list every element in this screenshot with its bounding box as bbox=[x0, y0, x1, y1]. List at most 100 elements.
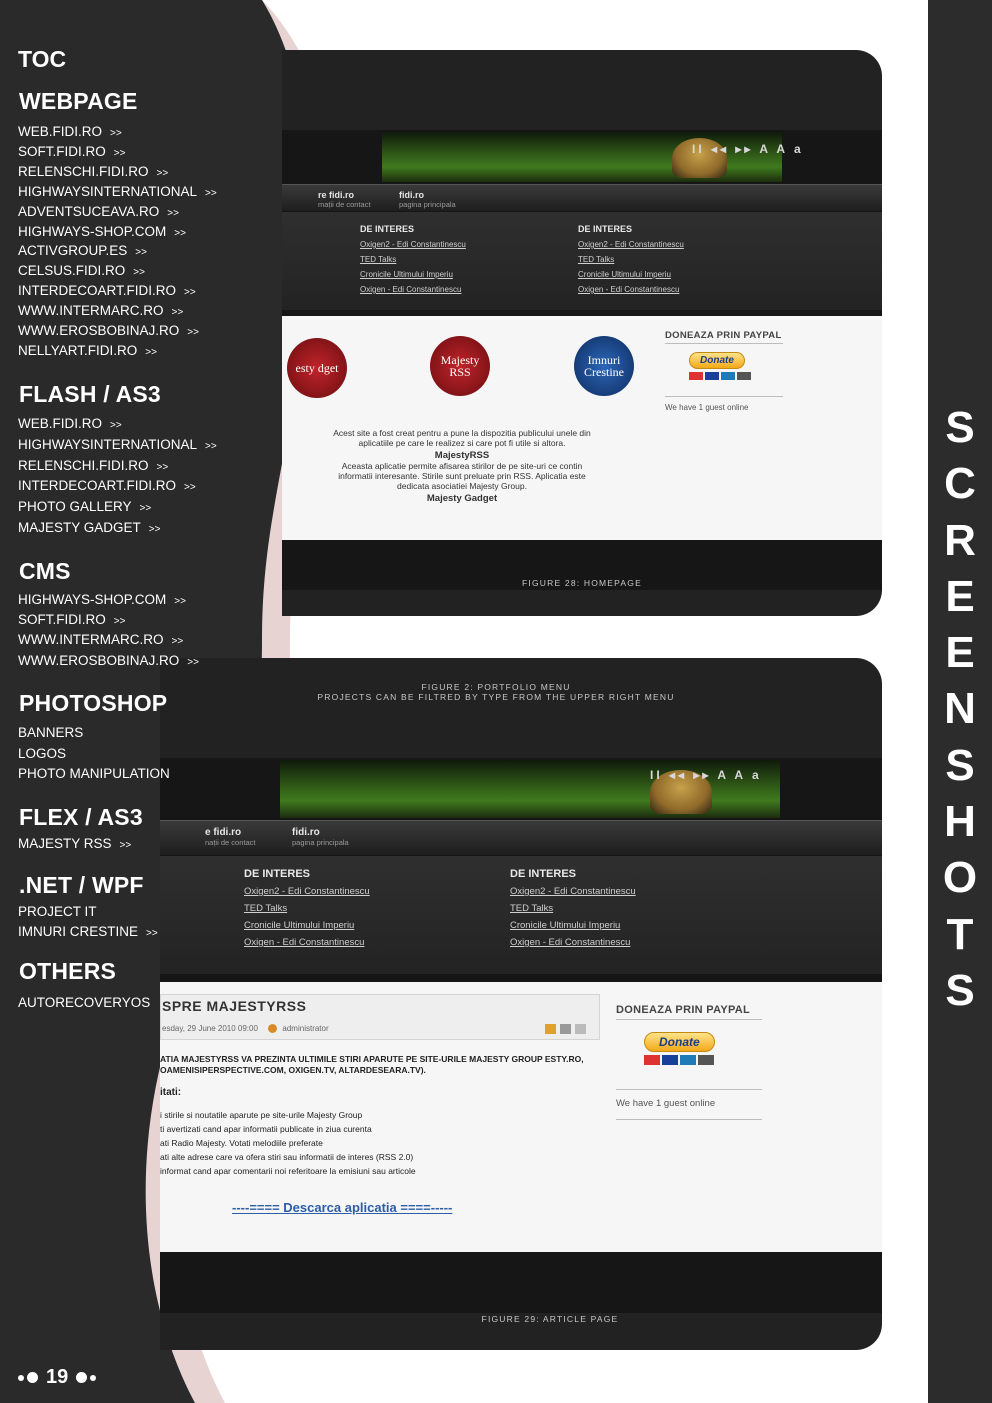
toc-link-label: INTERDECOART.FIDI.RO bbox=[18, 283, 177, 299]
nav-item-home[interactable]: fidi.ro pagina principala bbox=[292, 828, 349, 848]
interest-link[interactable]: TED Talks bbox=[578, 255, 684, 264]
article-tools[interactable] bbox=[545, 1024, 586, 1034]
paypal-box: DONEAZA PRIN PAYPAL Donate We have 1 gue… bbox=[665, 330, 783, 412]
toc-link-label: BANNERS bbox=[18, 725, 84, 740]
interest-column: DE INTERES Oxigen2 - Edi Constantinescu … bbox=[578, 224, 684, 294]
toc-link[interactable]: PHOTO GALLERY >> bbox=[18, 499, 151, 517]
media-player-controls[interactable]: II ◂◂ ▸▸ A A a bbox=[650, 768, 762, 782]
vertical-title-letter: C bbox=[944, 459, 976, 509]
interest-link[interactable]: TED Talks bbox=[510, 903, 636, 914]
toc-link[interactable]: SOFT.FIDI.RO >> bbox=[18, 612, 125, 630]
rss-title: MajestyRSS bbox=[434, 450, 490, 461]
toc-link[interactable]: SOFT.FIDI.RO >> bbox=[18, 144, 125, 162]
toc-link[interactable]: HIGHWAYS-SHOP.COM >> bbox=[18, 224, 186, 242]
nav-item-home[interactable]: fidi.ro pagina principala bbox=[399, 190, 456, 210]
nav-item-contact[interactable]: re fidi.ro mații de contact bbox=[318, 190, 371, 210]
toc-link[interactable]: PHOTO MANIPULATION bbox=[18, 766, 170, 782]
badge-imnuri-crestine[interactable]: Imnuri Crestine bbox=[574, 336, 634, 396]
edit-icon[interactable] bbox=[545, 1024, 556, 1034]
toc-link-label: AUTORECOVERYOS bbox=[18, 995, 151, 1010]
interest-link[interactable]: Oxigen - Edi Constantinescu bbox=[510, 937, 636, 948]
toc-link[interactable]: RELENSCHI.FIDI.RO >> bbox=[18, 458, 168, 476]
toc-arrow-icon: >> bbox=[135, 247, 147, 259]
guest-online-text: We have 1 guest online bbox=[665, 403, 749, 412]
donate-button[interactable]: Donate bbox=[689, 352, 745, 369]
toc-link[interactable]: ADVENTSUCEAVA.RO >> bbox=[18, 204, 179, 222]
toc-link[interactable]: IMNURI CRESTINE >> bbox=[18, 924, 158, 942]
toc-link-label: CELSUS.FIDI.RO bbox=[18, 263, 126, 279]
interest-link[interactable]: Oxigen - Edi Constantinescu bbox=[578, 285, 684, 294]
page-number: 19 bbox=[18, 1366, 97, 1389]
vertical-title-letter: N bbox=[944, 684, 976, 734]
toc-link[interactable]: CELSUS.FIDI.RO >> bbox=[18, 263, 145, 281]
interest-column: DE INTERES Oxigen2 - Edi Constantinescu … bbox=[360, 224, 466, 294]
homepage-content: esty dget Majesty RSS Imnuri Crestine Ac… bbox=[282, 316, 882, 540]
toc-link[interactable]: AUTORECOVERYOS bbox=[18, 995, 150, 1011]
card-logos bbox=[689, 372, 783, 380]
page-dot-icon bbox=[76, 1372, 88, 1383]
toc-arrow-icon: >> bbox=[174, 596, 186, 607]
interest-link[interactable]: Cronicile Ultimului Imperiu bbox=[510, 920, 636, 931]
toc-link-label: SOFT.FIDI.RO bbox=[18, 143, 106, 159]
vertical-title-letter: E bbox=[945, 628, 975, 678]
interest-link[interactable]: Oxigen - Edi Constantinescu bbox=[360, 285, 466, 294]
toc-link-label: LOGOS bbox=[18, 745, 67, 761]
email-icon[interactable] bbox=[575, 1024, 586, 1034]
interest-bar: DE INTERES Oxigen2 - Edi Constantinescu … bbox=[282, 212, 882, 310]
media-player-controls[interactable]: II ◂◂ ▸▸ A A a bbox=[692, 142, 804, 156]
interest-link[interactable]: Oxigen2 - Edi Constantinescu bbox=[578, 240, 684, 249]
toc-link[interactable]: MAJESTY RSS >> bbox=[18, 836, 131, 854]
toc-link[interactable]: ACTIVGROUP.ES >> bbox=[18, 243, 147, 261]
toc-link[interactable]: HIGHWAYS-SHOP.COM >> bbox=[18, 592, 186, 610]
toc-link-label: SOFT.FIDI.RO bbox=[18, 612, 106, 628]
homepage-intro-text: Acest site a fost creat pentru a pune la… bbox=[327, 428, 597, 504]
print-icon[interactable] bbox=[560, 1024, 571, 1034]
toc-link[interactable]: PROJECT IT bbox=[18, 904, 97, 920]
toc-link[interactable]: NELLYART.FIDI.RO >> bbox=[18, 343, 157, 361]
toc-link-label: WWW.EROSBOBINAJ.RO bbox=[18, 323, 180, 338]
interest-link[interactable]: TED Talks bbox=[360, 255, 466, 264]
toc-link[interactable]: WEB.FIDI.RO >> bbox=[18, 124, 122, 142]
page-dot-icon bbox=[90, 1374, 97, 1381]
toc-link[interactable]: MAJESTY GADGET >> bbox=[18, 520, 160, 538]
toc-section-title: .NET / WPF bbox=[19, 872, 144, 898]
paypal-heading: DONEAZA PRIN PAYPAL bbox=[616, 1004, 751, 1016]
badge-majesty-rss[interactable]: Majesty RSS bbox=[430, 336, 490, 396]
toc-arrow-icon: >> bbox=[146, 927, 158, 939]
vertical-title-letter: O bbox=[942, 853, 978, 903]
toc-link[interactable]: WWW.INTERMARC.RO >> bbox=[18, 303, 183, 321]
toc-link[interactable]: HIGHWAYSINTERNATIONAL >> bbox=[18, 437, 217, 455]
toc-link[interactable]: WWW.EROSBOBINAJ.RO >> bbox=[18, 323, 199, 341]
toc-link-label: PROJECT IT bbox=[18, 904, 97, 919]
toc-section-title: FLEX / AS3 bbox=[19, 804, 143, 830]
toc-link[interactable]: INTERDECOART.FIDI.RO >> bbox=[18, 478, 196, 496]
guest-online-text: We have 1 guest online bbox=[616, 1098, 716, 1109]
figure-caption: FIGURE 28: HOMEPAGE bbox=[522, 578, 642, 588]
page-dot-icon bbox=[18, 1374, 24, 1381]
interest-link[interactable]: Oxigen2 - Edi Constantinescu bbox=[510, 886, 636, 897]
toc-link-label: PHOTO MANIPULATION bbox=[18, 766, 170, 782]
toc-section-title: WEBPAGE bbox=[19, 88, 138, 114]
toc-arrow-icon: >> bbox=[205, 187, 217, 199]
toc-link[interactable]: INTERDECOART.FIDI.RO >> bbox=[18, 283, 196, 301]
toc-link[interactable]: HIGHWAYSINTERNATIONAL >> bbox=[18, 184, 217, 202]
interest-link[interactable]: Cronicile Ultimului Imperiu bbox=[360, 270, 466, 279]
vertical-title-letter: S bbox=[945, 403, 975, 452]
toc-link[interactable]: WEB.FIDI.RO >> bbox=[18, 416, 122, 434]
paypal-box: DONEAZA PRIN PAYPAL Donate We have 1 gue… bbox=[616, 1004, 762, 1120]
donate-button[interactable]: Donate bbox=[644, 1032, 715, 1052]
toc-arrow-icon: >> bbox=[184, 482, 196, 494]
interest-link[interactable]: Cronicile Ultimului Imperiu bbox=[578, 270, 684, 279]
toc-link[interactable]: RELENSCHI.FIDI.RO >> bbox=[18, 164, 168, 182]
interest-link[interactable]: Oxigen2 - Edi Constantinescu bbox=[360, 240, 466, 249]
toc-link-label: HIGHWAYS-SHOP.COM bbox=[18, 592, 167, 607]
toc-link[interactable]: BANNERS bbox=[18, 725, 83, 741]
toc-arrow-icon: >> bbox=[174, 227, 186, 239]
toc-arrow-icon: >> bbox=[156, 461, 169, 473]
gadget-title: Majesty Gadget bbox=[426, 493, 498, 504]
toc-link[interactable]: WWW.INTERMARC.RO >> bbox=[18, 632, 183, 650]
toc-link[interactable]: WWW.EROSBOBINAJ.RO >> bbox=[18, 653, 199, 671]
toc-arrow-icon: >> bbox=[113, 147, 126, 159]
toc-link[interactable]: LOGOS bbox=[18, 746, 66, 762]
homepage-screenshot: II ◂◂ ▸▸ A A a re fidi.ro mații de contac… bbox=[282, 130, 882, 590]
